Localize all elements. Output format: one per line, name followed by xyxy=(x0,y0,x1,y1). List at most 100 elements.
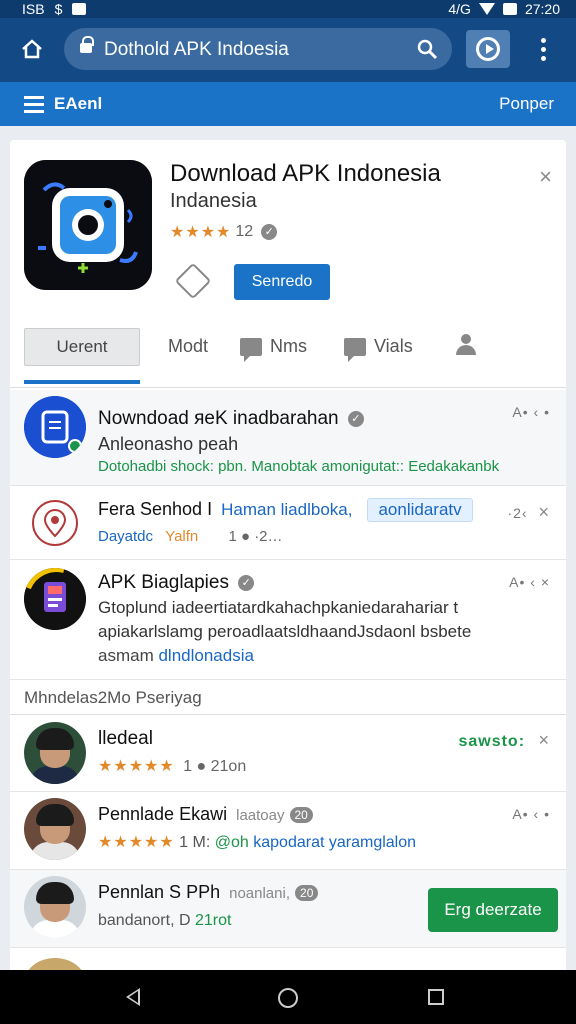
verified-icon: ✓ xyxy=(238,574,255,591)
item-meta: A• ‹ • xyxy=(512,404,550,420)
tab-bar: Uerent Modt Nms Vials xyxy=(10,326,566,388)
divider xyxy=(10,714,566,715)
avatar xyxy=(24,876,86,938)
home-circle-icon[interactable] xyxy=(278,988,298,1008)
camera-app-icon xyxy=(24,160,152,290)
review-link[interactable]: kapodarat yaramglalon xyxy=(253,834,416,851)
section-heading: Mhndelas2Mo Pseriyag xyxy=(24,688,202,707)
tab-news[interactable]: Nms xyxy=(240,336,307,362)
tab-more[interactable]: Modt xyxy=(168,336,208,357)
system-nav-bar xyxy=(0,970,576,1024)
item-meta: A• ‹ • xyxy=(512,806,550,822)
list-item[interactable]: Fera Senhod I Haman liadlboka, aonlidara… xyxy=(10,486,566,560)
rating-detail: 1 M: xyxy=(179,834,211,851)
lock-icon xyxy=(80,36,94,54)
source-link[interactable]: dlndlonadsia xyxy=(158,646,253,665)
item-meta-text: ·2‹ xyxy=(507,505,528,521)
item-tag-orange: Yalfn xyxy=(165,528,199,545)
reviewer-rating: ★★★★★ 1 M: @oh kapodarat yaramglalon xyxy=(98,832,416,852)
reviewer-row[interactable]: lledeal ★★★★★ 1 ● 21on sawsto: × xyxy=(10,716,566,792)
active-tab-indicator xyxy=(24,380,140,384)
rating-stars: ★★★★★ xyxy=(98,758,175,775)
app-detail-card: Download APK Indonesia Indanesia ★★★★ 12… xyxy=(10,140,566,980)
search-icon[interactable] xyxy=(416,38,438,60)
app-subtitle: Indanesia xyxy=(170,190,257,212)
reviewer-name: Pennlan S PPh noanlani, 20 xyxy=(98,882,319,903)
avatar xyxy=(24,722,86,784)
item-title: Nowndoad ᴙeK inadbarahan ✓ xyxy=(98,408,364,430)
item-source: asmam dlndlonadsia xyxy=(98,646,254,666)
play-icon xyxy=(476,37,500,61)
item-title: Fera Senhod I Haman liadlboka, aonlidara… xyxy=(98,498,473,522)
close-icon[interactable]: × xyxy=(539,164,552,190)
reviewer-name-text: Pennlan S PPh xyxy=(98,882,221,902)
list-item[interactable]: Nowndoad ᴙeK inadbarahan ✓ Anleonasho pe… xyxy=(10,390,566,486)
item-meta: sawsto: × xyxy=(458,730,550,751)
item-subtitle: Anleonasho peah xyxy=(98,434,239,454)
recents-icon[interactable] xyxy=(428,989,444,1005)
count-badge: 20 xyxy=(289,807,313,824)
verified-icon: ✓ xyxy=(261,224,278,240)
status-bar: ISB $ 4/G 27:20 xyxy=(0,0,576,18)
source-text: asmam xyxy=(98,646,154,665)
url-text: Dothold APK Indoesia xyxy=(104,39,289,60)
network-label: 4/G xyxy=(448,1,471,17)
app-rating: ★★★★ 12 ✓ xyxy=(170,222,278,242)
app-title: Download APK Indonesia xyxy=(170,160,441,187)
item-meta: A• ‹ × xyxy=(509,574,550,590)
install-button[interactable]: Senredo xyxy=(234,264,330,300)
item-title-link[interactable]: Haman liadlboka, xyxy=(221,500,352,519)
carrier-label: ISB xyxy=(22,1,45,17)
item-subtitle: Dayatdc Yalfn 1 ● ·2… xyxy=(98,528,283,545)
rating-stars: ★★★★★ xyxy=(98,834,175,851)
rating-stars: ★★★★ xyxy=(170,224,232,241)
review-tag: @oh xyxy=(214,834,249,851)
reviewer-handle: noanlani, xyxy=(229,885,290,902)
follow-button[interactable]: Erg deerzate xyxy=(428,888,558,932)
back-icon[interactable] xyxy=(126,988,140,1006)
detail-text: bandanort, D xyxy=(98,912,191,929)
browser-toolbar: Dothold APK Indoesia xyxy=(0,18,576,82)
reviewer-detail: bandanort, D 21rot xyxy=(98,912,231,930)
device-icon xyxy=(24,396,86,458)
close-icon[interactable]: × xyxy=(538,502,550,522)
item-title: APK Biaglapies ✓ xyxy=(98,572,255,594)
close-icon[interactable]: × xyxy=(538,730,550,750)
rating-detail: 1 ● 21on xyxy=(183,758,247,775)
clock: 27:20 xyxy=(524,1,560,17)
avatar xyxy=(24,798,86,860)
hamburger-menu-icon[interactable] xyxy=(24,96,44,113)
notification-icon xyxy=(72,3,87,15)
item-title-text: Nowndoad ᴙeK inadbarahan xyxy=(98,408,339,429)
address-bar[interactable]: Dothold APK Indoesia xyxy=(64,28,452,70)
detail-tag: 21rot xyxy=(194,912,232,929)
header-link[interactable]: Ponper xyxy=(499,94,554,114)
tab-label: Nms xyxy=(270,336,307,356)
list-item[interactable]: APK Biaglapies ✓ Gtoplund iadeertiatardk… xyxy=(10,560,566,680)
share-diamond-icon[interactable] xyxy=(174,262,212,300)
tab-recent[interactable]: Uerent xyxy=(24,328,140,366)
tab-switcher-button[interactable] xyxy=(466,30,510,68)
dot xyxy=(540,56,546,61)
wifi-icon xyxy=(478,3,495,15)
reviewer-row[interactable]: Pennlade Ekawi laatoay 20 ★★★★★ 1 M: @oh… xyxy=(10,792,566,870)
item-title-text: Fera Senhod I xyxy=(98,499,213,519)
location-pin-icon xyxy=(32,500,78,546)
profile-icon[interactable] xyxy=(456,334,476,356)
reviewer-handle: laatoay xyxy=(236,807,285,824)
reviewer-name: lledeal xyxy=(98,728,153,749)
category-chip[interactable]: aonlidaratv xyxy=(367,498,473,522)
reviewer-name: Pennlade Ekawi laatoay 20 xyxy=(98,804,313,825)
item-tag-blue: Dayatdc xyxy=(98,528,154,545)
site-header: EAenl Ponper xyxy=(0,82,576,126)
tab-vials[interactable]: Vials xyxy=(344,336,413,362)
home-button[interactable] xyxy=(18,36,46,64)
dot xyxy=(540,38,546,43)
dot xyxy=(540,47,546,52)
app-icon[interactable] xyxy=(24,160,152,290)
item-description: Dotohadbi shock: pbn. Manobtak amoniguta… xyxy=(98,458,500,475)
battery-icon xyxy=(502,3,517,15)
site-brand[interactable]: EAenl xyxy=(54,94,102,114)
overflow-menu-button[interactable] xyxy=(536,38,550,64)
item-meta-small: 1 ● ·2… xyxy=(228,528,283,545)
